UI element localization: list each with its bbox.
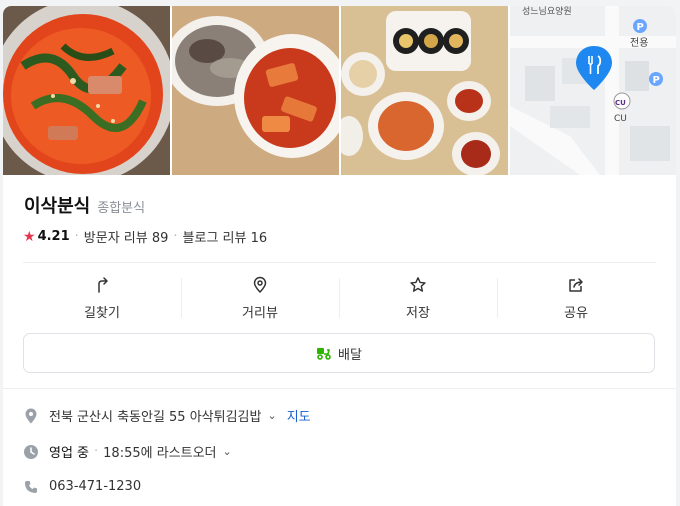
delivery-label: 배달	[338, 347, 362, 363]
photo-sundae-tteokbokki[interactable]	[172, 6, 339, 175]
street-view-label: 거리뷰	[242, 305, 278, 321]
rating-value: 4.21	[37, 229, 70, 244]
separator-dot: ·	[74, 229, 79, 244]
share-label: 공유	[564, 305, 588, 321]
blog-reviews-link[interactable]: 블로그 리뷰 16	[183, 227, 268, 246]
directions-label: 길찾기	[84, 305, 120, 321]
separator-dot: ·	[94, 444, 99, 459]
hours-row: 영업 중 · 18:55에 라스트오더 ⌄	[23, 442, 232, 461]
directions-icon	[93, 276, 111, 294]
last-order-time: 18:55에 라스트오더	[103, 446, 217, 461]
street-view-icon	[251, 276, 269, 294]
share-button[interactable]: 공유	[497, 272, 655, 324]
map-link[interactable]: 지도	[287, 406, 311, 425]
divider	[23, 262, 656, 263]
delivery-button[interactable]: 배달	[23, 333, 655, 373]
directions-button[interactable]: 길찾기	[23, 272, 181, 324]
svg-text:P: P	[653, 75, 660, 86]
location-pin-icon	[23, 408, 39, 424]
svg-text:P: P	[637, 22, 644, 33]
address-row: 전북 군산시 축동안길 55 아삭튀김김밥 ⌄ 지도	[23, 406, 311, 425]
action-bar: 길찾기 거리뷰 저장 공유	[23, 272, 655, 324]
phone-number[interactable]: 063-471-1230	[49, 479, 141, 494]
save-button[interactable]: 저장	[339, 272, 497, 324]
place-name: 이삭분식	[24, 196, 91, 217]
photo-ramen[interactable]	[3, 6, 170, 175]
svg-text:CU: CU	[615, 99, 626, 107]
place-category: 종합분식	[97, 201, 146, 216]
open-status: 영업 중	[49, 446, 90, 461]
save-label: 저장	[406, 305, 430, 321]
star-outline-icon	[409, 276, 427, 294]
street-view-button[interactable]: 거리뷰	[181, 272, 339, 324]
phone-row: 063-471-1230	[23, 479, 141, 494]
phone-icon	[23, 480, 39, 494]
delivery-scooter-icon	[316, 346, 332, 360]
place-card: 성느님요양원 P 전용 P CU CU 이삭분식 종합분식 ★ 4.21 · 방…	[3, 6, 676, 506]
star-icon: ★	[23, 228, 36, 245]
photo-strip: 성느님요양원 P 전용 P CU CU	[3, 6, 676, 175]
photo-kimbap-platter[interactable]	[341, 6, 508, 175]
address-text: 전북 군산시 축동안길 55 아삭튀김김밥	[49, 410, 262, 425]
rating-row: ★ 4.21 · 방문자 리뷰 89 · 블로그 리뷰 16	[23, 227, 268, 247]
chevron-down-icon[interactable]: ⌄	[223, 445, 232, 458]
map-label-cu: CU	[614, 114, 627, 124]
chevron-down-icon[interactable]: ⌄	[267, 409, 276, 422]
section-divider	[3, 388, 676, 389]
visitor-reviews-link[interactable]: 방문자 리뷰 89	[84, 227, 169, 246]
title-row: 이삭분식 종합분식	[24, 192, 145, 218]
map-thumbnail[interactable]: 성느님요양원 P 전용 P CU CU	[510, 6, 676, 175]
map-label-nursing-home: 성느님요양원	[522, 6, 572, 17]
separator-dot: ·	[173, 229, 178, 244]
clock-icon	[23, 444, 39, 460]
map-label-reserved: 전용	[630, 37, 648, 49]
share-icon	[567, 276, 585, 294]
